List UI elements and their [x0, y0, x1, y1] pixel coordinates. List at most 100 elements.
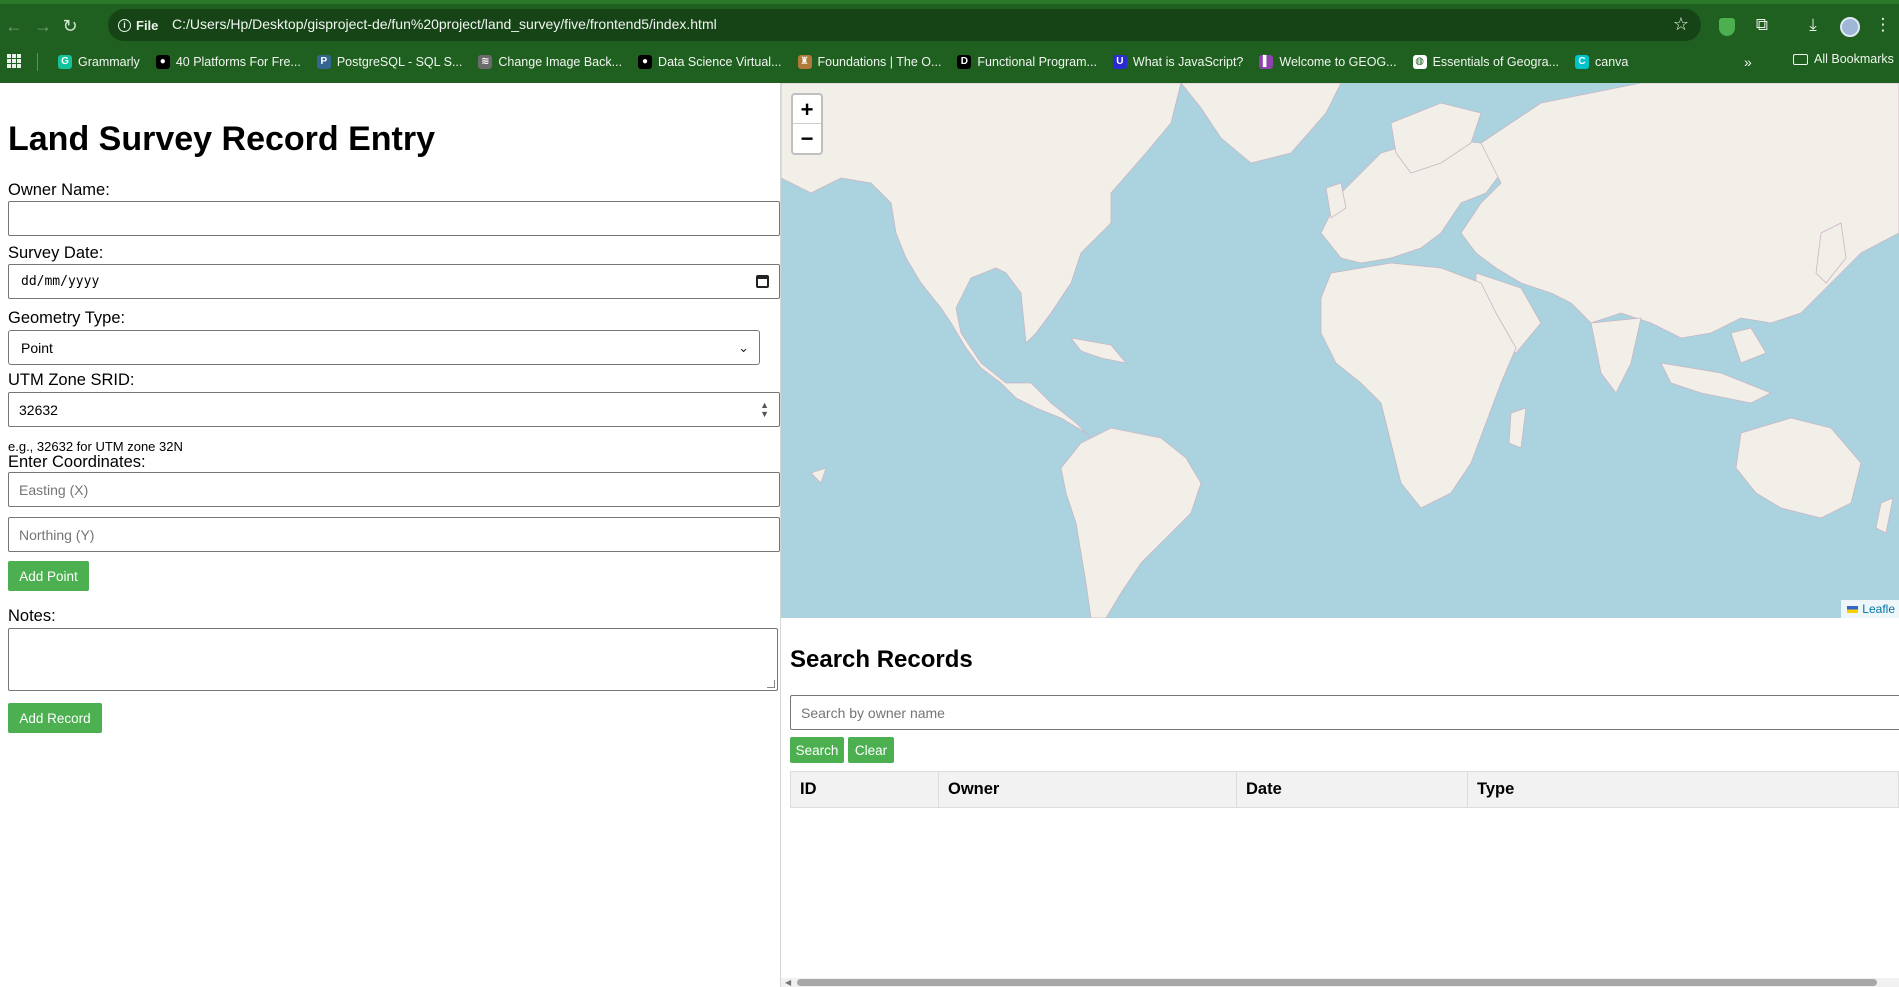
world-map[interactable]: + − Leafle [781, 83, 1899, 618]
owner-name-input[interactable] [8, 201, 780, 236]
bookmark-item[interactable]: ▌ Welcome to GEOG... [1251, 51, 1404, 73]
horizontal-scrollbar[interactable]: ◀ [781, 978, 1899, 987]
add-record-button[interactable]: Add Record [8, 703, 102, 733]
map-tiles [781, 83, 1899, 618]
search-button[interactable]: Search [790, 737, 844, 763]
chevron-down-icon: ⌄ [738, 340, 749, 355]
address-bar[interactable]: i File C:/Users/Hp/Desktop/gisproject-de… [108, 9, 1701, 41]
reload-icon[interactable]: ↻ [60, 16, 80, 36]
survey-date-label: Survey Date: [8, 244, 104, 262]
site-info-chip[interactable]: i File [118, 15, 158, 35]
column-header-date[interactable]: Date [1236, 771, 1468, 808]
scroll-left-arrow-icon[interactable]: ◀ [785, 978, 791, 987]
bookmark-label: canva [1595, 55, 1629, 69]
bookmark-star-icon[interactable]: ☆ [1673, 14, 1689, 35]
back-arrow-icon[interactable]: ← [4, 16, 24, 36]
bookmarks-list: G Grammarly ● 40 Platforms For Fre... P Postg… [50, 51, 1636, 73]
bookmarks-bar: G Grammarly ● 40 Platforms For Fre... P Postg… [0, 48, 1899, 76]
northing-input[interactable]: Northing (Y) [8, 517, 780, 552]
resize-grip-icon[interactable] [767, 680, 775, 688]
owner-name-label: Owner Name: [8, 181, 110, 199]
extensions-puzzle-icon[interactable]: ⧉ [1751, 14, 1773, 36]
search-input[interactable]: Search by owner name [790, 695, 1899, 730]
bookmark-label: Data Science Virtual... [658, 55, 782, 69]
bookmark-item[interactable]: G Grammarly [50, 51, 148, 73]
bookmark-item[interactable]: U What is JavaScript? [1105, 51, 1251, 73]
easting-input[interactable]: Easting (X) [8, 472, 780, 507]
info-icon: i [118, 18, 131, 32]
bookmark-label: Foundations | The O... [817, 55, 942, 69]
column-header-id[interactable]: ID [790, 771, 939, 808]
bookmark-item[interactable]: D Functional Program... [949, 51, 1105, 73]
map-and-search-panel: + − Leafle Search Records Search by owne… [781, 83, 1899, 987]
postgresql-icon: P [316, 55, 331, 69]
scheme-label: File [136, 17, 159, 33]
bookmark-item[interactable]: ≋ Change Image Back... [470, 51, 630, 73]
ukraine-flag-icon [1847, 605, 1859, 613]
profile-avatar[interactable] [1840, 17, 1860, 37]
bookmark-item[interactable]: ◍ Essentials of Geogra... [1405, 51, 1567, 73]
layers-icon: ≋ [478, 55, 493, 69]
browser-chrome: ← → ↻ i File C:/Users/Hp/Desktop/gisproj… [0, 0, 1899, 83]
geog-icon: ▌ [1259, 55, 1274, 69]
bookmark-label: Grammarly [78, 55, 140, 69]
bookmark-label: Welcome to GEOG... [1279, 55, 1397, 69]
folder-icon [1793, 53, 1808, 65]
bookmark-label: 40 Platforms For Fre... [175, 55, 301, 69]
utm-srid-value: 32632 [19, 401, 58, 418]
kebab-menu-icon[interactable]: ⋮ [1872, 14, 1894, 36]
zoom-out-button[interactable]: − [793, 124, 821, 153]
geometry-type-label: Geometry Type: [8, 309, 126, 327]
canva-icon: C [1575, 55, 1590, 69]
scrollbar-thumb[interactable] [797, 979, 1877, 986]
bookmark-item[interactable]: ♜ Foundations | The O... [790, 51, 950, 73]
all-bookmarks-button[interactable]: All Bookmarks [1793, 52, 1894, 66]
forward-arrow-icon[interactable]: → [33, 16, 53, 36]
add-point-button[interactable]: Add Point [8, 561, 89, 591]
records-table: ID Owner Date Type [790, 771, 1899, 808]
utm-srid-input[interactable]: 32632 ▲ ▼ [8, 392, 780, 427]
medium-icon: ● [638, 55, 653, 69]
number-spinner-icon[interactable]: ▲ ▼ [760, 401, 769, 419]
geometry-type-value: Point [21, 339, 53, 356]
attribution-link[interactable]: Leafle [1862, 602, 1895, 616]
search-title: Search Records [790, 646, 973, 673]
column-header-type[interactable]: Type [1467, 771, 1899, 808]
column-header-owner[interactable]: Owner [938, 771, 1237, 808]
notes-textarea[interactable] [8, 628, 778, 691]
bookmark-item[interactable]: P PostgreSQL - SQL S... [309, 51, 471, 73]
bookmark-label: What is JavaScript? [1132, 55, 1244, 69]
extension-shield-icon[interactable] [1719, 18, 1735, 36]
mdn-icon: U [1112, 55, 1127, 69]
bookmarks-divider [37, 53, 38, 71]
downloads-icon[interactable]: ⤓ [1802, 14, 1824, 36]
zoom-in-button[interactable]: + [793, 95, 821, 124]
geometry-type-select[interactable]: Point ⌄ [8, 330, 760, 365]
all-bookmarks-label: All Bookmarks [1814, 52, 1894, 66]
apps-grid-icon[interactable] [7, 54, 21, 68]
bookmark-item[interactable]: Ccanva [1567, 51, 1636, 73]
date-placeholder: dd/mm/yyyy [21, 274, 100, 289]
srid-hint: e.g., 32632 for UTM zone 32N [8, 439, 183, 454]
globe-icon: ◍ [1412, 55, 1427, 69]
notes-label: Notes: [8, 607, 56, 625]
medium-icon: ● [155, 55, 170, 69]
bookmark-label: Change Image Back... [498, 55, 623, 69]
bookmark-label: Essentials of Geogra... [1432, 55, 1560, 69]
page-title: Land Survey Record Entry [8, 120, 436, 158]
dev-icon: D [957, 55, 972, 69]
clear-button[interactable]: Clear [848, 737, 894, 763]
bookmark-item[interactable]: ● Data Science Virtual... [630, 51, 789, 73]
more-bookmarks-icon[interactable]: » [1744, 54, 1752, 70]
survey-date-input[interactable]: dd/mm/yyyy [8, 264, 780, 299]
coordinates-label: Enter Coordinates: [8, 453, 146, 471]
url-text[interactable]: C:/Users/Hp/Desktop/gisproject-de/fun%20… [172, 16, 717, 32]
grammarly-icon: G [58, 55, 72, 69]
map-attribution[interactable]: Leafle [1841, 600, 1899, 618]
bookmark-label: Functional Program... [977, 55, 1097, 69]
browser-toolbar: ← → ↻ i File C:/Users/Hp/Desktop/gisproj… [0, 4, 1899, 46]
utm-srid-label: UTM Zone SRID: [8, 371, 135, 389]
calendar-icon[interactable] [756, 275, 769, 288]
bookmark-item[interactable]: ● 40 Platforms For Fre... [148, 51, 309, 73]
odin-icon: ♜ [797, 55, 812, 69]
